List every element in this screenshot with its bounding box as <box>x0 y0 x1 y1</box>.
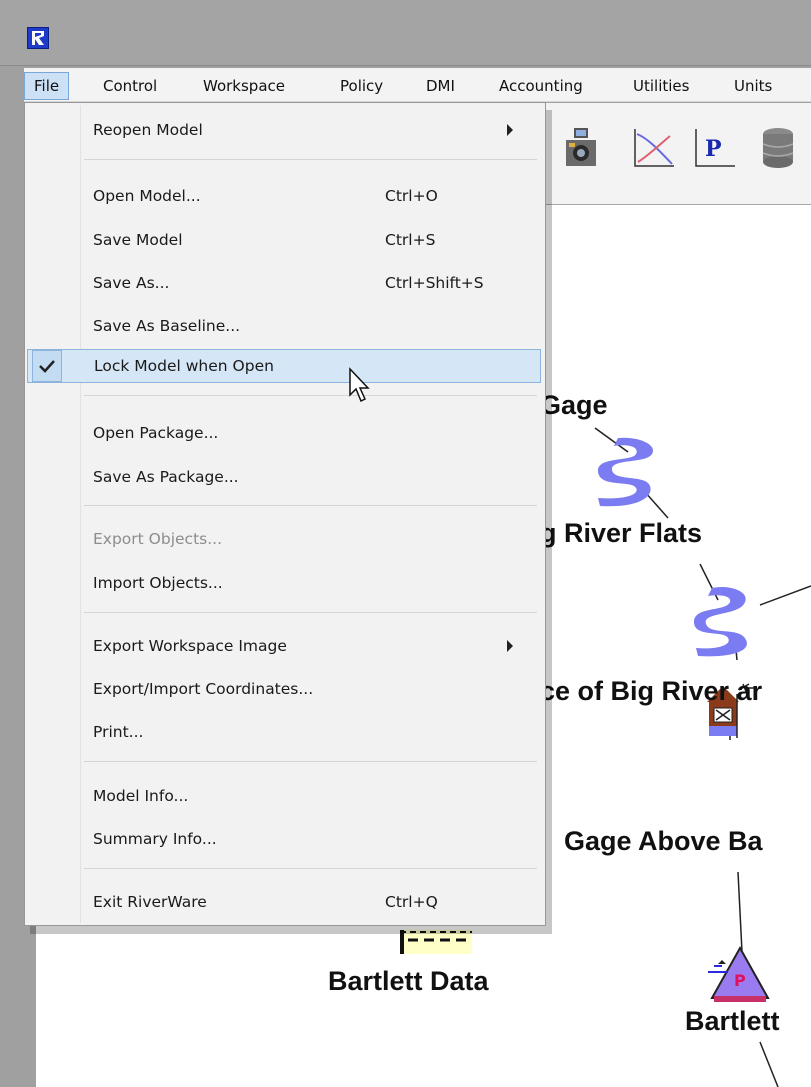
menu-item-label: Print... <box>93 723 144 741</box>
menu-item-export-import-coordinates[interactable]: Export/Import Coordinates... <box>27 672 541 706</box>
menu-item-open-package[interactable]: Open Package... <box>27 416 541 450</box>
menu-item-label: Export Workspace Image <box>93 637 287 655</box>
menu-separator <box>84 868 537 869</box>
workspace-label-river-flats: g River Flats <box>540 518 703 548</box>
menu-item-save-as-baseline[interactable]: Save As Baseline... <box>27 309 541 343</box>
menu-item-label: Reopen Model <box>93 121 203 139</box>
menu-item-label: Summary Info... <box>93 830 217 848</box>
menu-item-label: Export/Import Coordinates... <box>93 680 314 698</box>
menu-item-save-model[interactable]: Save Model Ctrl+S <box>27 223 541 257</box>
menu-workspace-label: Workspace <box>203 77 285 95</box>
menu-control-label: Control <box>103 77 158 95</box>
menu-workspace[interactable]: Workspace <box>194 72 294 100</box>
app-logo-icon[interactable] <box>27 27 49 49</box>
menu-item-summary-info[interactable]: Summary Info... <box>27 822 541 856</box>
menu-item-exit-riverware[interactable]: Exit RiverWare Ctrl+Q <box>27 885 541 919</box>
menu-item-label: Open Package... <box>93 424 219 442</box>
reach-icon[interactable] <box>692 584 764 660</box>
menu-item-reopen-model[interactable]: Reopen Model <box>27 113 541 147</box>
workspace-label-gage-above: Gage Above Ba <box>564 826 763 856</box>
menu-separator <box>84 612 537 613</box>
menu-item-shortcut: Ctrl+Q <box>385 893 438 911</box>
workspace-label-bartlett-data: Bartlett Data <box>328 966 489 996</box>
reach-icon[interactable] <box>596 436 660 510</box>
menu-item-open-model[interactable]: Open Model... Ctrl+O <box>27 179 541 213</box>
database-icon[interactable] <box>760 126 800 170</box>
menu-item-model-info[interactable]: Model Info... <box>27 779 541 813</box>
menu-item-import-objects[interactable]: Import Objects... <box>27 566 541 600</box>
menu-separator <box>84 761 537 762</box>
menu-item-label: Model Info... <box>93 787 189 805</box>
menu-item-label: Open Model... <box>93 187 201 205</box>
menu-item-export-objects[interactable]: Export Objects... <box>27 522 541 556</box>
mouse-cursor-icon <box>349 367 370 403</box>
menu-item-label: Import Objects... <box>93 574 223 592</box>
menu-separator <box>84 159 537 160</box>
menu-dmi-label: DMI <box>426 77 455 95</box>
menu-item-label: Save As... <box>93 274 170 292</box>
menu-dmi[interactable]: DMI <box>417 72 464 100</box>
menu-item-save-as-package[interactable]: Save As Package... <box>27 460 541 494</box>
menu-item-shortcut: Ctrl+S <box>385 231 436 249</box>
menu-item-lock-model[interactable]: Lock Model when Open <box>27 349 541 383</box>
menu-item-shortcut: Ctrl+O <box>385 187 438 205</box>
menu-units-label: Units <box>734 77 773 95</box>
camera-icon[interactable] <box>563 126 599 170</box>
menu-item-save-as[interactable]: Save As... Ctrl+Shift+S <box>27 266 541 300</box>
menu-file-label: File <box>34 77 60 95</box>
parameter-icon[interactable]: P <box>693 126 737 170</box>
menu-bar: File Control Workspace Policy DMI Accoun… <box>24 68 811 102</box>
menu-utilities[interactable]: Utilities <box>624 72 698 100</box>
workspace-label-confluence: ce of Big River ar <box>540 676 763 706</box>
menu-units[interactable]: Units <box>725 72 781 100</box>
menu-accounting-label: Accounting <box>499 77 583 95</box>
menu-item-label: Lock Model when Open <box>94 357 274 375</box>
file-menu: Reopen Model Open Model... Ctrl+O Save M… <box>24 102 546 926</box>
svg-text:P: P <box>705 136 722 162</box>
menu-item-print[interactable]: Print... <box>27 715 541 749</box>
submenu-arrow-icon <box>507 640 513 652</box>
menu-utilities-label: Utilities <box>633 77 690 95</box>
menu-file[interactable]: File <box>24 72 70 100</box>
menu-separator <box>84 395 537 396</box>
title-bar <box>0 0 811 66</box>
menu-item-label: Exit RiverWare <box>93 893 207 911</box>
workspace-label-bartlett: Bartlett <box>685 1006 780 1036</box>
submenu-arrow-icon <box>507 124 513 136</box>
menu-item-label: Save Model <box>93 231 183 249</box>
menu-item-label: Export Objects... <box>93 530 223 548</box>
menu-item-label: Save As Baseline... <box>93 317 241 335</box>
menu-control[interactable]: Control <box>94 72 166 100</box>
menu-separator <box>84 505 537 506</box>
reservoir-icon[interactable]: P <box>706 944 772 1004</box>
menu-policy[interactable]: Policy <box>331 72 392 100</box>
svg-text:P: P <box>734 971 746 990</box>
menu-policy-label: Policy <box>340 77 384 95</box>
menu-accounting[interactable]: Accounting <box>490 72 592 100</box>
menu-item-shortcut: Ctrl+Shift+S <box>385 274 484 292</box>
plot-icon[interactable] <box>632 126 676 170</box>
checkmark-icon <box>32 350 62 382</box>
menu-item-label: Save As Package... <box>93 468 239 486</box>
menu-item-export-workspace-image[interactable]: Export Workspace Image <box>27 629 541 663</box>
